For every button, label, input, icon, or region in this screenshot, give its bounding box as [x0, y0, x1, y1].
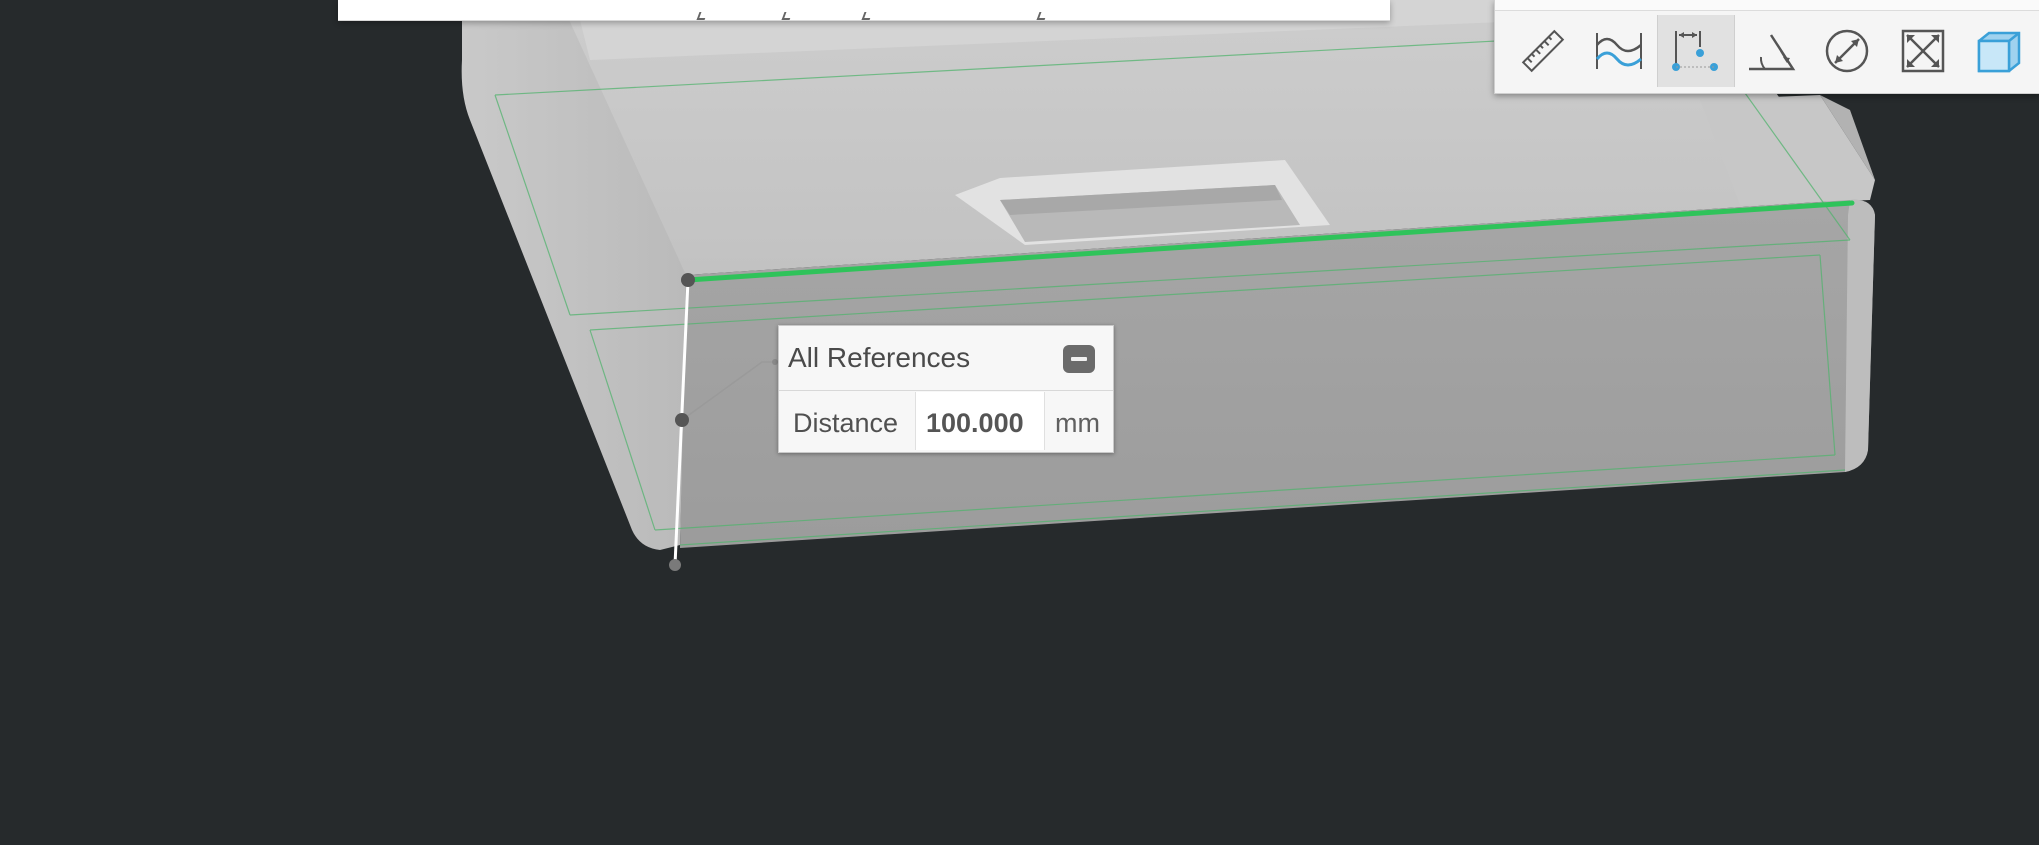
panel-tick-mark [781, 12, 793, 20]
distance-unit: mm [1055, 408, 1100, 438]
point-distance-icon [1672, 31, 1718, 71]
curve-icon [1595, 33, 1642, 69]
measure-toolbar [1494, 0, 2039, 94]
angle-measure-tool-button[interactable] [1733, 15, 1809, 87]
callout-title: All References [788, 342, 971, 373]
callout-header: All References [779, 326, 1113, 391]
cube-icon [1977, 31, 2021, 73]
ruler-icon [1521, 29, 1565, 73]
distance-measure-tool-button[interactable] [1657, 15, 1735, 87]
diameter-icon [1825, 29, 1869, 73]
distance-value-field[interactable]: 100.000 [915, 392, 1045, 450]
collapse-button[interactable] [1063, 345, 1095, 373]
distance-label: Distance [793, 408, 899, 438]
toolbar-top-strip [1495, 0, 2039, 11]
fit-view-tool-button[interactable] [1885, 15, 1961, 87]
diameter-measure-tool-button[interactable] [1809, 15, 1885, 87]
distance-value: 100.000 [926, 408, 1024, 438]
measure-point-mid[interactable] [675, 413, 689, 427]
panel-tick-mark [1036, 12, 1048, 20]
angle-icon [1749, 34, 1796, 71]
ruler-tool-button[interactable] [1505, 15, 1581, 87]
measurement-callout: All References Distance 100.000 mm [778, 325, 1114, 453]
fit-expand-icon [1901, 29, 1945, 73]
panel-tick-mark [696, 12, 708, 20]
curve-measure-tool-button[interactable] [1581, 15, 1657, 87]
measure-point-bottom[interactable] [669, 559, 681, 571]
view-cube-tool-button[interactable] [1961, 15, 2037, 87]
measure-point-top[interactable] [681, 273, 695, 287]
top-dialog-panel [338, 0, 1390, 21]
panel-tick-mark [861, 12, 873, 20]
